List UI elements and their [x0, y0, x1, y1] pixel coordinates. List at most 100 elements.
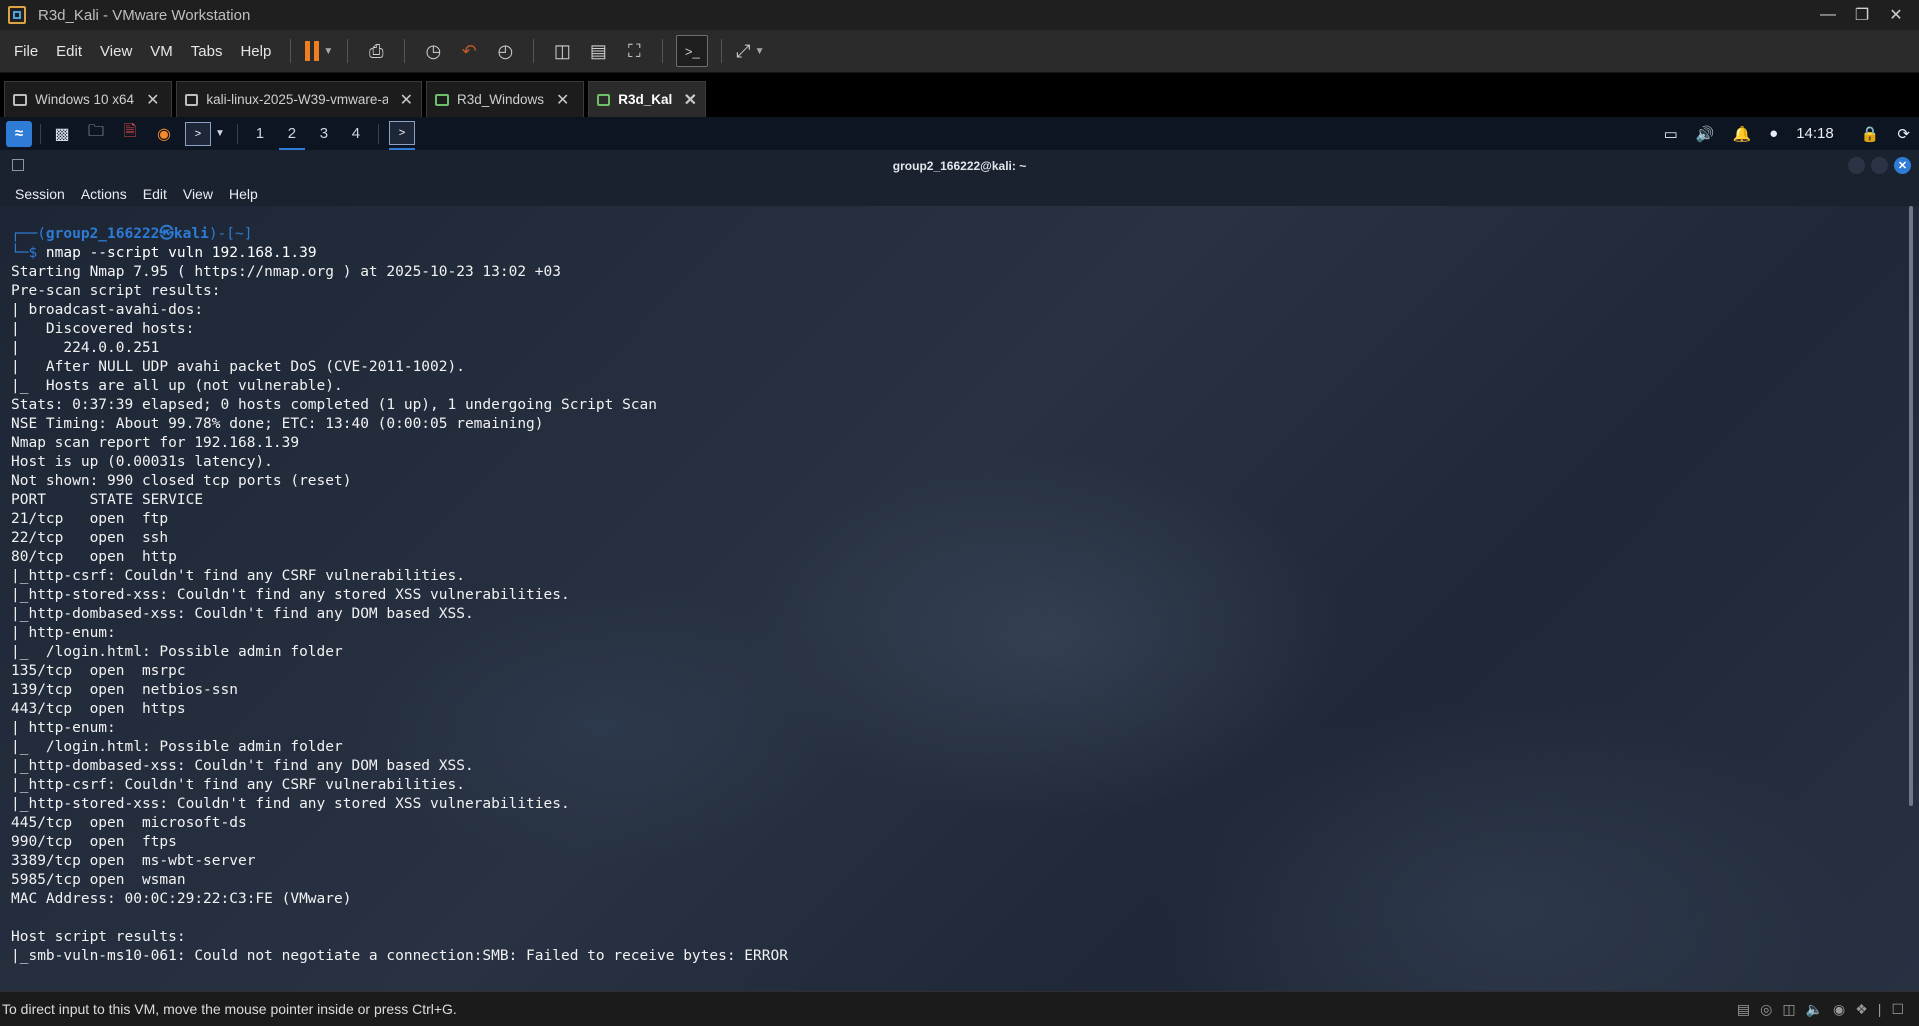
workspace-3[interactable]: 3 — [311, 117, 337, 150]
thumbnail-bar-button[interactable]: ▤ — [583, 36, 613, 66]
toolbar-separator — [347, 39, 349, 63]
toolbar-separator — [404, 39, 406, 63]
logout-icon[interactable]: ⟳ — [1897, 125, 1910, 143]
wireless-icon[interactable]: ❖ — [1855, 1001, 1868, 1018]
workspace-2[interactable]: 2 — [278, 117, 305, 150]
prompt-user: group2_166222㉿kali — [45, 226, 209, 242]
workspace-1[interactable]: 1 — [247, 117, 273, 150]
full-screen-button[interactable]: ⛶ — [619, 36, 649, 66]
show-desktop-icon[interactable]: ▩ — [49, 121, 75, 147]
chevron-down-icon: ▼ — [323, 45, 334, 57]
revert-snapshot-button[interactable]: ↶ — [454, 36, 484, 66]
menu-session[interactable]: Session — [0, 186, 73, 202]
send-ctrl-alt-del-button[interactable]: ⎙ — [361, 36, 391, 66]
close-icon[interactable]: ✕ — [556, 90, 569, 110]
thumbnail-icon: ▤ — [589, 40, 607, 61]
close-icon[interactable]: ✕ — [1894, 157, 1911, 174]
close-icon[interactable]: ✕ — [400, 90, 413, 110]
terminal-scrollbar[interactable] — [1909, 206, 1913, 806]
pause-icon — [305, 41, 320, 61]
scan-output: Starting Nmap 7.95 ( https://nmap.org ) … — [11, 264, 788, 964]
tab-windows-10[interactable]: Windows 10 x64 ✕ — [4, 81, 172, 117]
tab-label: R3d_Kali — [618, 92, 672, 107]
close-icon[interactable]: ✕ — [146, 90, 159, 110]
taskbar-terminal-window[interactable]: > — [388, 117, 415, 150]
workspace-4[interactable]: 4 — [343, 117, 369, 150]
firefox-icon[interactable]: ◉ — [151, 121, 177, 147]
hard-disk-icon[interactable]: ▤ — [1737, 1001, 1750, 1018]
tab-label: R3d_Windows — [457, 92, 545, 107]
pause-button[interactable]: ▼ — [304, 36, 334, 66]
menu-file[interactable]: File — [0, 43, 47, 60]
menu-tabs[interactable]: Tabs — [182, 43, 232, 60]
maximize-icon[interactable] — [1871, 157, 1888, 174]
prompt-dir: )-[~] — [208, 226, 253, 242]
device-tray: ▤ ◎ ◫ 🔈 ◉ ❖ | ☐ — [1732, 992, 1909, 1026]
lock-icon[interactable]: 🔒 — [1861, 125, 1880, 143]
panel-tray: ▭ 🔊 🔔 ● 14:18 🔒 ⟳ — [1655, 117, 1919, 150]
toolbar-separator — [533, 39, 535, 63]
text-editor-icon[interactable]: 🗎 — [117, 121, 143, 147]
prompt-bottom: └─$ — [11, 245, 46, 261]
toolbar-separator — [290, 39, 292, 63]
vmware-app-icon — [8, 6, 26, 24]
usb-icon[interactable]: ◉ — [1833, 1001, 1845, 1018]
terminal-body[interactable]: ┌──(group2_166222㉿kali)-[~] └─$ nmap --s… — [0, 206, 1919, 991]
notification-bell-icon[interactable]: 🔔 — [1732, 125, 1751, 143]
panel-separator — [377, 123, 379, 144]
volume-icon[interactable]: 🔊 — [1696, 125, 1715, 143]
kali-menu-icon[interactable]: ≈ — [6, 120, 32, 147]
cd-drive-icon[interactable]: ◎ — [1760, 1001, 1772, 1018]
window-controls: — ❐ ✕ — [1811, 0, 1913, 30]
menu-view[interactable]: View — [175, 186, 221, 202]
menu-actions[interactable]: Actions — [73, 186, 135, 202]
terminal-titlebar: group2_166222@kali: ~ ✕ — [0, 150, 1919, 182]
tab-r3d-windows[interactable]: R3d_Windows ✕ — [426, 81, 584, 117]
clock[interactable]: 14:18 — [1796, 125, 1834, 142]
tab-r3d-kali[interactable]: R3d_Kali ✕ — [588, 81, 706, 117]
message-log-icon[interactable]: ☐ — [1891, 1001, 1904, 1018]
terminal-icon: > — [185, 121, 211, 146]
library-button[interactable]: ◫ — [547, 36, 577, 66]
menu-edit[interactable]: Edit — [135, 186, 175, 202]
close-icon[interactable]: ✕ — [684, 90, 697, 110]
window-titlebar: R3d_Kali - VMware Workstation — ❐ ✕ — [0, 0, 1919, 30]
tab-kali-linux-2025[interactable]: kali-linux-2025-W39-vmware-a... ✕ — [176, 81, 422, 117]
keyboard-icon: ⎙ — [369, 40, 384, 61]
panel-separator — [236, 123, 238, 144]
network-adapter-icon[interactable]: ◫ — [1782, 1001, 1795, 1018]
chevron-down-icon[interactable]: ▼ — [215, 128, 225, 139]
vm-icon — [13, 93, 27, 106]
close-icon[interactable]: ✕ — [1879, 5, 1913, 25]
menu-vm[interactable]: VM — [141, 43, 182, 60]
stretch-guest-button[interactable]: ⤢ ▼ — [735, 36, 765, 66]
revert-icon: ↶ — [461, 40, 477, 61]
menu-help[interactable]: Help — [231, 43, 280, 60]
minimize-icon[interactable]: — — [1811, 6, 1845, 24]
vmware-statusbar: To direct input to this VM, move the mou… — [0, 991, 1919, 1026]
snapshot-icon: ◷ — [425, 40, 442, 61]
fullscreen-icon: ⛶ — [628, 40, 641, 61]
window-menu-icon[interactable] — [12, 159, 24, 171]
tab-label: kali-linux-2025-W39-vmware-a... — [206, 92, 388, 107]
tray-separator: | — [1877, 1001, 1882, 1017]
terminal-launcher-icon[interactable]: > — [185, 121, 211, 147]
snapshot-manager-button[interactable]: ◴ — [490, 36, 520, 66]
vm-tab-bar: Windows 10 x64 ✕ kali-linux-2025-W39-vmw… — [0, 73, 1919, 117]
sound-card-icon[interactable]: 🔈 — [1806, 1001, 1823, 1018]
display-icon[interactable]: ▭ — [1664, 125, 1678, 143]
menu-help[interactable]: Help — [221, 186, 266, 202]
snapshot-button[interactable]: ◷ — [418, 36, 448, 66]
terminal-icon: >_ — [684, 43, 700, 59]
menu-edit[interactable]: Edit — [47, 43, 91, 60]
terminal-output[interactable]: ┌──(group2_166222㉿kali)-[~] └─$ nmap --s… — [11, 225, 788, 966]
console-view-button[interactable]: >_ — [676, 35, 709, 67]
minimize-icon[interactable] — [1848, 157, 1865, 174]
file-manager-icon[interactable]: 🗀 — [83, 121, 109, 147]
restore-icon[interactable]: ❐ — [1845, 5, 1879, 25]
menu-view[interactable]: View — [91, 43, 141, 60]
power-manager-icon[interactable]: ● — [1769, 125, 1778, 142]
vm-running-icon — [597, 93, 611, 106]
vmware-menubar: File Edit View VM Tabs Help ▼ ⎙ ◷ ↶ ◴ ◫ … — [0, 30, 1919, 73]
snapshot-manager-icon: ◴ — [497, 40, 514, 61]
